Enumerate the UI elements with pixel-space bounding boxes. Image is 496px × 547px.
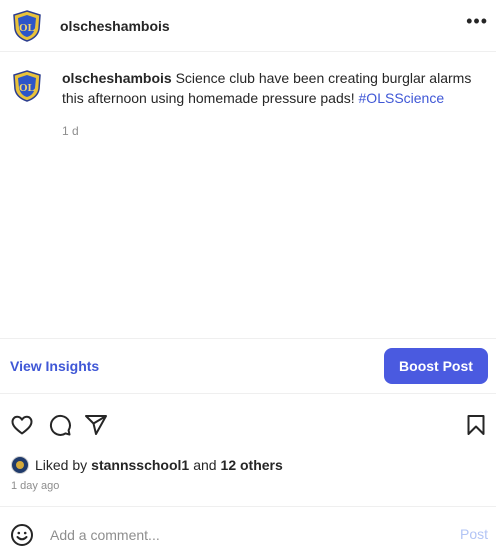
- svg-text:OL: OL: [19, 82, 35, 94]
- boost-post-button[interactable]: Boost Post: [384, 348, 488, 384]
- liker-username[interactable]: stannsschool1: [91, 457, 189, 473]
- school-crest-avatar[interactable]: OL: [11, 10, 43, 42]
- likes-summary: Liked by stannsschool1 and 12 others: [11, 456, 287, 474]
- svg-text:OL: OL: [19, 22, 35, 34]
- liker-avatar[interactable]: [11, 456, 29, 474]
- post-comment-button[interactable]: Post: [460, 526, 488, 542]
- divider: [0, 338, 496, 339]
- post-header: OL olscheshambois •••: [0, 0, 496, 52]
- caption-avatar[interactable]: OL: [11, 70, 43, 102]
- caption-username[interactable]: olscheshambois: [62, 70, 172, 86]
- share-icon[interactable]: [84, 413, 108, 437]
- more-options-icon[interactable]: •••: [466, 11, 488, 32]
- comment-input[interactable]: [50, 524, 430, 546]
- comment-icon[interactable]: [48, 413, 72, 437]
- likes-others[interactable]: 12 others: [221, 457, 283, 473]
- caption-hashtag[interactable]: #OLSScience: [359, 90, 445, 106]
- post-timestamp: 1 day ago: [11, 480, 60, 492]
- post-caption: olscheshambois Science club have been cr…: [62, 68, 482, 108]
- caption-age: 1 d: [62, 124, 79, 138]
- emoji-icon[interactable]: [10, 523, 34, 547]
- likes-conjunction: and: [193, 457, 217, 473]
- bookmark-icon[interactable]: [464, 413, 488, 437]
- header-username[interactable]: olscheshambois: [60, 18, 170, 34]
- heart-icon[interactable]: [10, 413, 34, 437]
- divider: [0, 393, 496, 394]
- liked-by-prefix: Liked by: [35, 457, 88, 473]
- divider: [0, 506, 496, 507]
- view-insights-link[interactable]: View Insights: [10, 358, 99, 374]
